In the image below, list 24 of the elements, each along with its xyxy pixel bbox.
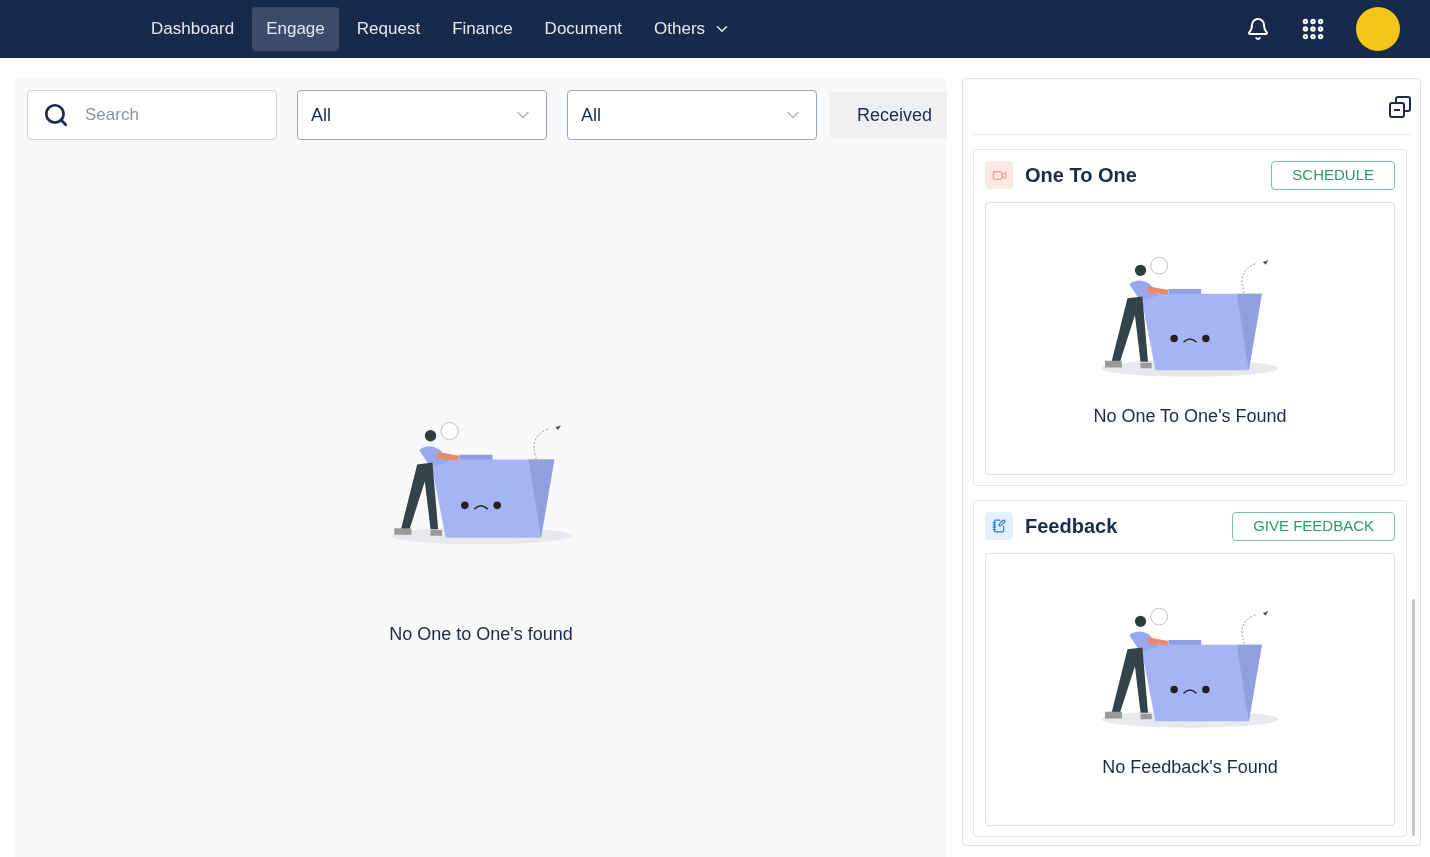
card-action-button[interactable]: SCHEDULE bbox=[1271, 160, 1395, 190]
card-title: Feedback bbox=[1025, 514, 1118, 539]
filter-dropdown[interactable]: All bbox=[567, 90, 817, 140]
notification-bell-icon[interactable] bbox=[1246, 17, 1270, 41]
nav-tab[interactable]: Dashboard bbox=[137, 7, 249, 51]
received-button[interactable]: Received bbox=[830, 92, 947, 138]
collapse-windows-icon[interactable] bbox=[1388, 94, 1412, 119]
nav-tab[interactable]: Document bbox=[530, 7, 637, 51]
video-icon bbox=[985, 161, 1013, 189]
filter-dropdown[interactable]: All bbox=[297, 90, 547, 140]
empty-state-message: No One To One's Found bbox=[1093, 405, 1287, 428]
card-title: One To One bbox=[1025, 163, 1137, 188]
nav-tab[interactable]: Engage bbox=[252, 7, 339, 51]
empty-state-message: No One to One's found bbox=[389, 622, 573, 646]
search-field[interactable]: Search bbox=[27, 90, 277, 140]
apps-grid-icon[interactable] bbox=[1300, 16, 1326, 42]
empty-state-message: No Feedback's Found bbox=[1102, 756, 1278, 779]
nav-tab[interactable]: Request bbox=[342, 7, 435, 51]
edit-note-icon bbox=[985, 512, 1013, 540]
nav-tab[interactable]: Others bbox=[640, 7, 746, 51]
nav-tab[interactable]: Finance bbox=[438, 7, 527, 51]
user-avatar[interactable] bbox=[1356, 7, 1400, 51]
card-action-button[interactable]: GIVE FEEDBACK bbox=[1232, 511, 1395, 541]
search-icon bbox=[43, 102, 69, 128]
